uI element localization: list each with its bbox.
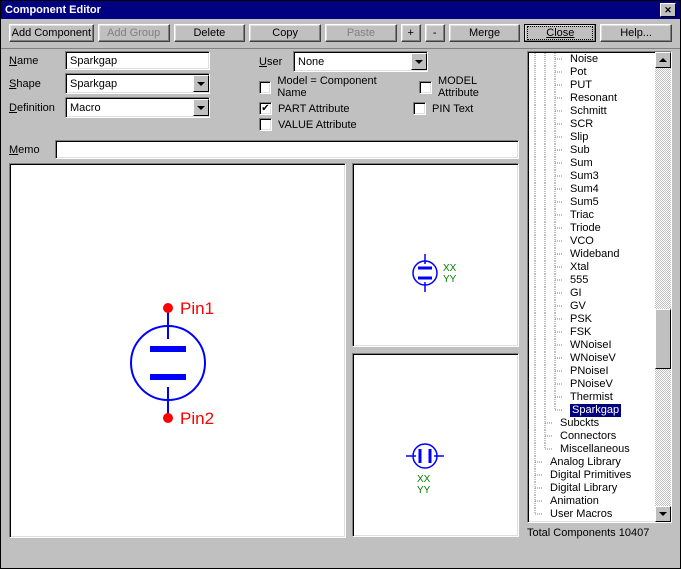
plus-button[interactable]: + bbox=[401, 24, 421, 42]
tree-item[interactable]: FSK bbox=[530, 326, 655, 339]
scroll-track[interactable] bbox=[655, 68, 671, 506]
toolbar: Add Component Add Group Delete Copy Past… bbox=[1, 19, 680, 49]
scroll-down-button[interactable] bbox=[655, 506, 671, 522]
name-input[interactable] bbox=[65, 51, 210, 70]
chevron-down-icon[interactable] bbox=[193, 75, 209, 92]
tree-item[interactable]: Animation bbox=[530, 495, 655, 508]
component-tree[interactable]: NoisePotPUTResonantSchmittSCRSlipSubSumS… bbox=[527, 51, 672, 523]
shape-combo[interactable]: Sparkgap bbox=[65, 73, 210, 94]
close-icon[interactable]: ✕ bbox=[660, 3, 676, 17]
tree-item[interactable]: Sub bbox=[530, 144, 655, 157]
scroll-up-button[interactable] bbox=[655, 52, 671, 68]
content-area: Name Shape Sparkgap Definition bbox=[1, 49, 680, 568]
checkbox-icon bbox=[259, 118, 272, 131]
tree-item[interactable]: Sparkgap bbox=[530, 404, 655, 417]
svg-text:YY: YY bbox=[443, 274, 457, 285]
tree-item[interactable]: Analog Library bbox=[530, 456, 655, 469]
model-attribute-checkbox[interactable]: MODEL Attribute bbox=[419, 75, 519, 99]
model-component-checkbox[interactable]: Model = Component Name bbox=[259, 75, 401, 99]
add-component-button[interactable]: Add Component bbox=[9, 24, 94, 42]
window-title: Component Editor bbox=[5, 4, 101, 16]
user-combo[interactable]: None bbox=[293, 51, 428, 72]
component-editor-window: Component Editor ✕ Add Component Add Gro… bbox=[0, 0, 681, 569]
title-bar: Component Editor ✕ bbox=[1, 1, 680, 19]
tree-item[interactable]: WNoiseV bbox=[530, 352, 655, 365]
tree-item[interactable]: User Macros bbox=[530, 508, 655, 521]
part-attribute-checkbox[interactable]: ✔ PART Attribute bbox=[259, 102, 350, 115]
pin1-label: Pin1 bbox=[180, 299, 214, 318]
tree-item[interactable]: PUT bbox=[530, 79, 655, 92]
svg-text:XX: XX bbox=[417, 474, 431, 485]
chevron-down-icon[interactable] bbox=[411, 53, 427, 70]
tree-item[interactable]: Connectors bbox=[530, 430, 655, 443]
tree-item[interactable]: Triode bbox=[530, 222, 655, 235]
tree-item[interactable]: Sum4 bbox=[530, 183, 655, 196]
svg-text:YY: YY bbox=[417, 485, 431, 496]
memo-input[interactable] bbox=[55, 140, 519, 159]
name-label: Name bbox=[9, 55, 59, 67]
tree-item[interactable]: Sum bbox=[530, 157, 655, 170]
tree-item[interactable]: WNoiseI bbox=[530, 339, 655, 352]
scrollbar[interactable] bbox=[655, 52, 671, 522]
tree-item[interactable]: Resonant bbox=[530, 92, 655, 105]
checkbox-icon bbox=[413, 102, 426, 115]
tree-item[interactable]: GI bbox=[530, 287, 655, 300]
delete-button[interactable]: Delete bbox=[174, 24, 246, 42]
shape-label: Shape bbox=[9, 78, 59, 90]
tree-item[interactable]: Thermist bbox=[530, 391, 655, 404]
chevron-down-icon[interactable] bbox=[193, 99, 209, 116]
memo-label: Memo bbox=[9, 144, 51, 156]
close-button[interactable]: Close bbox=[524, 24, 596, 42]
tree-item[interactable]: Triac bbox=[530, 209, 655, 222]
merge-button[interactable]: Merge bbox=[449, 24, 521, 42]
tree-item[interactable]: Sum5 bbox=[530, 196, 655, 209]
value-attribute-checkbox[interactable]: VALUE Attribute bbox=[259, 118, 357, 131]
tree-item[interactable]: Digital Library bbox=[530, 482, 655, 495]
svg-text:XX: XX bbox=[443, 263, 457, 274]
tree-item[interactable]: PNoiseI bbox=[530, 365, 655, 378]
tree-item[interactable]: Miscellaneous bbox=[530, 443, 655, 456]
tree-item[interactable]: Digital Primitives bbox=[530, 469, 655, 482]
tree-item[interactable]: Wideband bbox=[530, 248, 655, 261]
tree-item[interactable]: Slip bbox=[530, 131, 655, 144]
tree-item[interactable]: Xtal bbox=[530, 261, 655, 274]
checkbox-icon: ✔ bbox=[259, 102, 272, 115]
definition-label: Definition bbox=[9, 102, 59, 114]
tree-item[interactable]: VCO bbox=[530, 235, 655, 248]
definition-combo[interactable]: Macro bbox=[65, 97, 210, 118]
tree-item[interactable]: 555 bbox=[530, 274, 655, 287]
paste-button[interactable]: Paste bbox=[325, 24, 397, 42]
minus-button[interactable]: - bbox=[425, 24, 445, 42]
tree-item[interactable]: Pot bbox=[530, 66, 655, 79]
help-button[interactable]: Help... bbox=[600, 24, 672, 42]
component-preview-large: Pin1 Pin2 bbox=[9, 163, 346, 538]
tree-item[interactable]: GV bbox=[530, 300, 655, 313]
status-total: Total Components 10407 bbox=[527, 527, 672, 539]
tree-item[interactable]: Sum3 bbox=[530, 170, 655, 183]
user-label: User bbox=[259, 56, 287, 68]
copy-button[interactable]: Copy bbox=[249, 24, 321, 42]
tree-item[interactable]: PSK bbox=[530, 313, 655, 326]
tree-item[interactable]: SCR bbox=[530, 118, 655, 131]
component-preview-small-2: XX YY bbox=[352, 353, 519, 537]
tree-item[interactable]: Schmitt bbox=[530, 105, 655, 118]
tree-item[interactable]: Noise bbox=[530, 53, 655, 66]
pin2-label: Pin2 bbox=[180, 409, 214, 428]
pin-text-checkbox[interactable]: PIN Text bbox=[413, 102, 519, 115]
tree-item[interactable]: Subckts bbox=[530, 417, 655, 430]
checkbox-icon bbox=[259, 81, 271, 94]
tree-item[interactable]: PNoiseV bbox=[530, 378, 655, 391]
component-preview-small-1: XX YY bbox=[352, 163, 519, 347]
checkbox-icon bbox=[419, 81, 432, 94]
add-group-button[interactable]: Add Group bbox=[98, 24, 170, 42]
scroll-thumb[interactable] bbox=[655, 309, 671, 369]
